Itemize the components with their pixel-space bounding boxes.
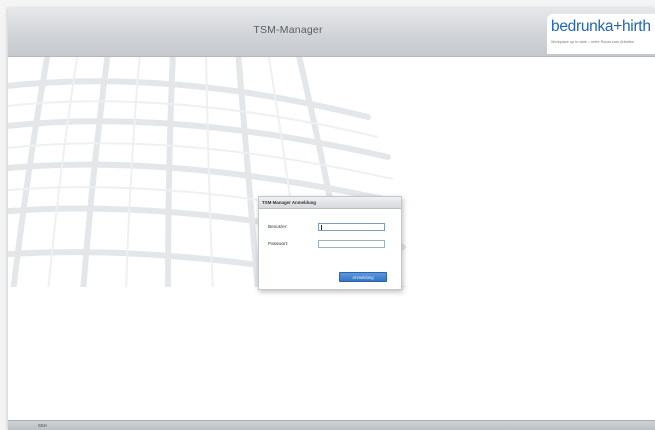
login-button[interactable]: Anmeldung	[339, 272, 387, 282]
brand-logo: bedrunka+hirth Workplace up to date – me…	[547, 14, 655, 54]
login-dialog: TSM-Manager Anmeldung Benutzer: Passwort…	[258, 196, 402, 290]
password-input[interactable]	[318, 240, 385, 248]
password-label: Passwort:	[268, 241, 289, 246]
footer-text: SSH	[38, 423, 47, 428]
browser-page: TSM-Manager bedrunka+hirth Workplace up …	[8, 8, 655, 430]
app-header: TSM-Manager bedrunka+hirth Workplace up …	[8, 8, 655, 57]
logo-wordmark: bedrunka+hirth	[551, 18, 651, 35]
logo-tagline: Workplace up to date – mehr Raum zum Arb…	[551, 40, 635, 44]
status-footer: SSH	[8, 420, 655, 430]
username-input[interactable]	[318, 223, 385, 231]
app-title: TSM-Manager	[253, 24, 323, 36]
username-label: Benutzer:	[268, 224, 288, 229]
text-cursor	[321, 225, 322, 230]
dialog-title: TSM-Manager Anmeldung	[259, 197, 401, 209]
screen-frame: TSM-Manager bedrunka+hirth Workplace up …	[0, 0, 655, 430]
